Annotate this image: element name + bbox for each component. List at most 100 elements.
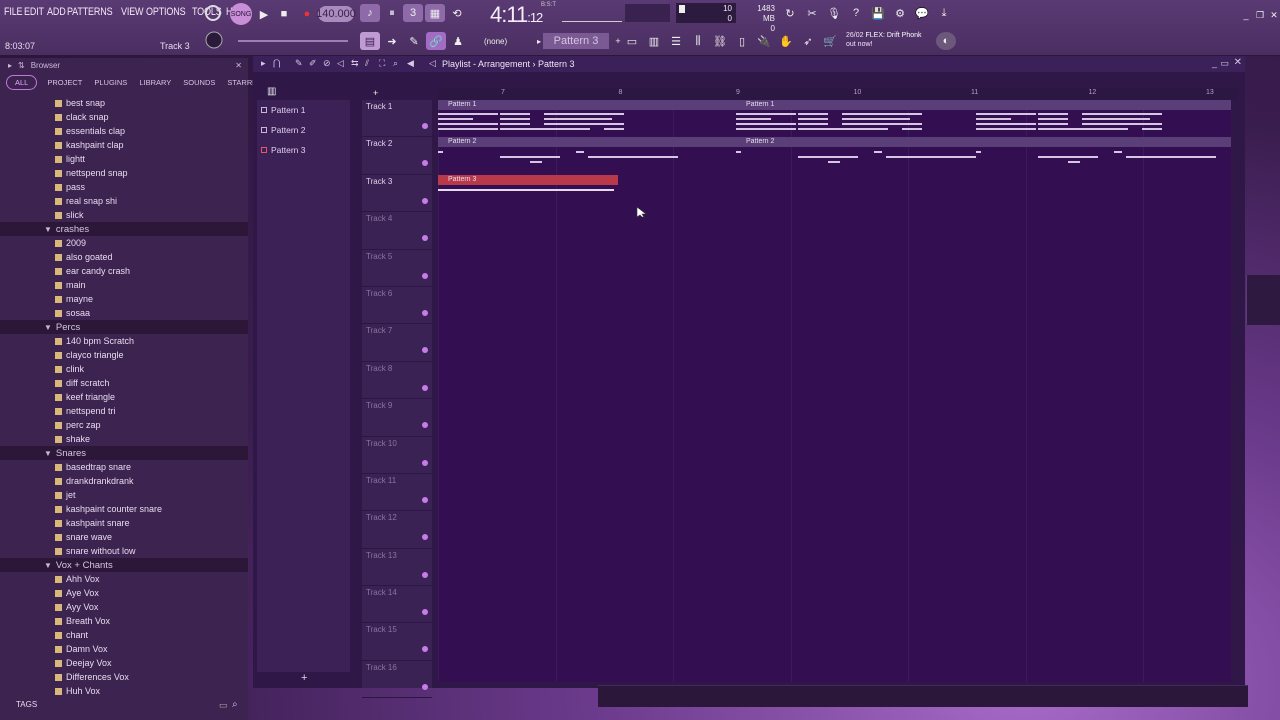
- track-mute-toggle[interactable]: [422, 683, 428, 690]
- browser-file[interactable]: diff scratch: [0, 376, 248, 390]
- track-mute-toggle[interactable]: [422, 309, 428, 316]
- piano-roll-icon[interactable]: ▥: [644, 32, 664, 50]
- cart-icon[interactable]: 🛒: [820, 32, 840, 50]
- zoom-tool-icon[interactable]: ⌕: [393, 58, 398, 69]
- play-icon[interactable]: ▶: [254, 5, 274, 23]
- mic-icon[interactable]: 🎙: [824, 4, 844, 22]
- browser-file[interactable]: Huh Vox: [0, 684, 248, 696]
- browser-file[interactable]: shake: [0, 432, 248, 446]
- track-mute-toggle[interactable]: [422, 571, 428, 578]
- chat-icon[interactable]: 💬: [912, 4, 932, 22]
- browser-file[interactable]: kashpaint counter snare: [0, 502, 248, 516]
- draw-tool-icon[interactable]: ✎: [295, 58, 303, 69]
- track-mute-toggle[interactable]: [422, 197, 428, 204]
- select-tool-icon[interactable]: ⛶: [379, 58, 385, 69]
- help-icon[interactable]: ?: [846, 4, 866, 22]
- menu-options[interactable]: OPTIONS: [146, 6, 186, 18]
- browser-tab-sounds[interactable]: SOUNDS: [183, 78, 215, 87]
- track-header[interactable]: Track 1: [362, 100, 432, 138]
- track-header[interactable]: Track 10: [362, 437, 432, 474]
- add-pattern-bottom-icon[interactable]: +: [301, 672, 307, 684]
- browser-icon[interactable]: ▯: [732, 32, 752, 50]
- browser-file[interactable]: keef triangle: [0, 390, 248, 404]
- mixer-icon[interactable]: ⫼: [688, 32, 708, 50]
- step-edit-icon[interactable]: ▦: [425, 4, 445, 22]
- browser-file[interactable]: Aye Vox: [0, 586, 248, 600]
- browser-file[interactable]: sosaa: [0, 306, 248, 320]
- track-header[interactable]: Track 15: [362, 623, 432, 661]
- browser-pin-icon[interactable]: ⇅: [18, 61, 25, 70]
- browser-file[interactable]: essentials clap: [0, 124, 248, 138]
- playlist-menu-arrow-icon[interactable]: ▸: [261, 58, 266, 69]
- pattern-clip[interactable]: Pattern 1: [438, 100, 736, 137]
- menu-patterns[interactable]: PATTERNS: [67, 6, 113, 18]
- browser-file[interactable]: 140 bpm Scratch: [0, 334, 248, 348]
- playlist-icon[interactable]: ▭: [622, 32, 642, 50]
- song-pattern-toggle[interactable]: SONG: [230, 3, 252, 25]
- snap-selector[interactable]: (none): [484, 37, 507, 46]
- channel-rack-icon[interactable]: ☰: [666, 32, 686, 50]
- pattern-clip[interactable]: Pattern 2: [736, 137, 1231, 174]
- browser-file[interactable]: snare wave: [0, 530, 248, 544]
- track-mute-toggle[interactable]: [422, 422, 428, 429]
- track-mute-toggle[interactable]: [422, 160, 428, 167]
- magnet-icon[interactable]: ⋂: [273, 58, 280, 69]
- browser-file[interactable]: Ahh Vox: [0, 572, 248, 586]
- next-arrow-icon[interactable]: ➜: [382, 32, 402, 50]
- browser-folder[interactable]: ▼ Snares: [0, 446, 248, 460]
- folder-icon[interactable]: ▭: [219, 700, 228, 711]
- pencil-tool-icon[interactable]: ✎: [404, 32, 424, 50]
- playlist-maximize-icon[interactable]: ▭: [1220, 58, 1229, 69]
- browser-file[interactable]: snare without low: [0, 544, 248, 558]
- menu-file[interactable]: FILE: [4, 6, 23, 18]
- metronome-icon[interactable]: ♪: [360, 4, 380, 22]
- track-header[interactable]: Track 4: [362, 212, 432, 250]
- pattern-clip[interactable]: Pattern 1: [736, 100, 1231, 137]
- track-mute-toggle[interactable]: [422, 347, 428, 354]
- arrangement-grid[interactable]: Pattern 1 Pattern 1 Pattern 2 Pattern 2 Patt…: [438, 100, 1231, 682]
- browser-tab-library[interactable]: LIBRARY: [139, 78, 171, 87]
- track-mute-toggle[interactable]: [422, 459, 428, 466]
- track-header[interactable]: Track 8: [362, 362, 432, 400]
- slice-tool-icon[interactable]: ⫽: [365, 58, 369, 69]
- browser-file[interactable]: pass: [0, 180, 248, 194]
- record-icon[interactable]: ●: [297, 5, 317, 23]
- loop-record-icon[interactable]: ⟲: [447, 4, 467, 22]
- playlist-options-icon[interactable]: ◁: [429, 58, 436, 69]
- master-pitch-slider[interactable]: [562, 8, 622, 22]
- track-header[interactable]: Track 12: [362, 511, 432, 549]
- browser-file[interactable]: drankdrankdrank: [0, 474, 248, 488]
- track-header[interactable]: Track 13: [362, 549, 432, 587]
- playlist-close-icon[interactable]: ✕: [1234, 57, 1242, 68]
- stop-icon[interactable]: ■: [274, 5, 294, 23]
- browser-file[interactable]: perc zap: [0, 418, 248, 432]
- browser-arrow-icon[interactable]: ▸: [8, 61, 12, 70]
- browser-file[interactable]: Ayy Vox: [0, 600, 248, 614]
- master-volume-slider[interactable]: [238, 40, 348, 42]
- track-header[interactable]: Track 9: [362, 399, 432, 437]
- browser-folder[interactable]: ▼ Vox + Chants: [0, 558, 248, 572]
- browser-search-icon[interactable]: ⌕: [232, 699, 238, 710]
- browser-file[interactable]: main: [0, 278, 248, 292]
- browser-file[interactable]: 2009: [0, 236, 248, 250]
- playback-tool-icon[interactable]: ◀: [407, 58, 414, 69]
- browser-folder[interactable]: ▼ crashes: [0, 222, 248, 236]
- playlist-minimize-icon[interactable]: _: [1212, 58, 1217, 68]
- browser-file[interactable]: Breath Vox: [0, 614, 248, 628]
- playlist-view-icon[interactable]: ▤: [360, 32, 380, 50]
- browser-file[interactable]: real snap shi: [0, 194, 248, 208]
- browser-file[interactable]: nettspend tri: [0, 404, 248, 418]
- track-header[interactable]: Track 2: [362, 137, 432, 175]
- mute-tool-icon[interactable]: ◁: [337, 58, 344, 69]
- piano-icon[interactable]: ▥: [267, 86, 276, 97]
- track-header[interactable]: Track 5: [362, 250, 432, 287]
- browser-file[interactable]: kashpaint snare: [0, 516, 248, 530]
- browser-tab-project[interactable]: PROJECT: [47, 78, 82, 87]
- browser-file[interactable]: Damn Vox: [0, 642, 248, 656]
- browser-close-icon[interactable]: ✕: [235, 61, 242, 70]
- browser-file[interactable]: also goated: [0, 250, 248, 264]
- pattern-picker-item[interactable]: Pattern 2: [257, 120, 350, 140]
- song-position[interactable]: 4:11:12: [490, 2, 543, 28]
- browser-file[interactable]: chant: [0, 628, 248, 642]
- track-mute-toggle[interactable]: [422, 609, 428, 616]
